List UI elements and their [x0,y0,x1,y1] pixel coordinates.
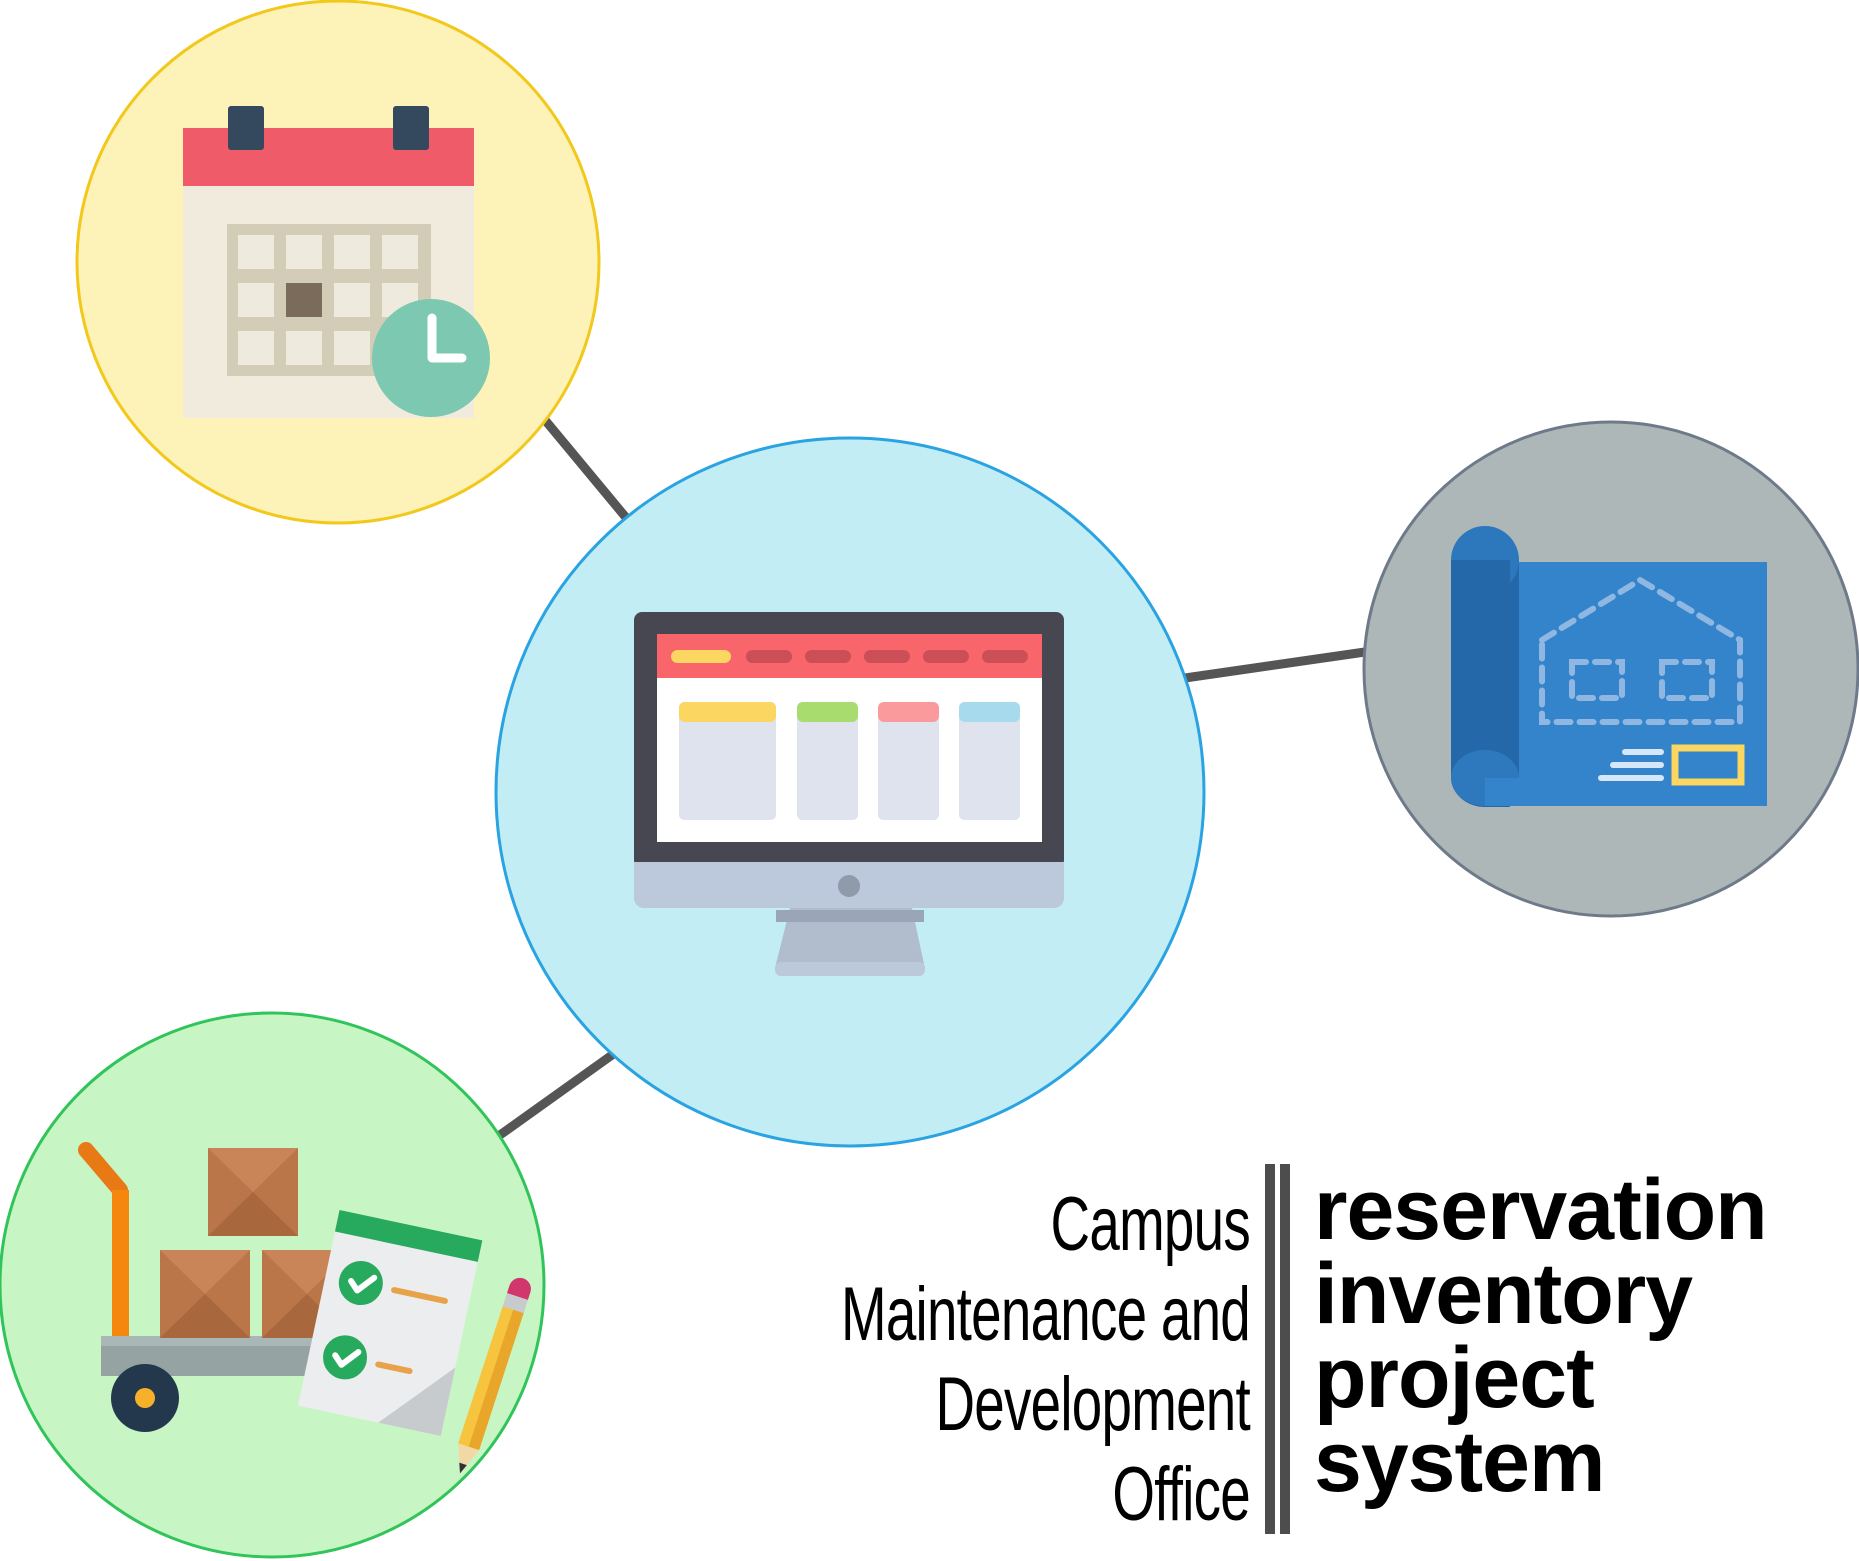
divider-bar-right [1280,1164,1290,1534]
connector-top-left [540,415,633,525]
system-line-3: project [1314,1330,1595,1426]
node-inventory [0,1011,546,1559]
system-line-2: inventory [1314,1246,1693,1342]
office-line-2: Maintenance and [840,1272,1251,1357]
system-name: reservation inventory project system [1314,1162,1854,1510]
system-line-4: system [1314,1414,1605,1510]
node-blueprint [1362,420,1859,918]
divider-bar-left [1265,1164,1275,1534]
node-calendar [75,0,601,525]
connector-right [1180,647,1370,683]
office-line-1: Campus [1050,1182,1251,1267]
office-line-4: Office [1112,1452,1250,1537]
office-line-3: Development [935,1362,1250,1447]
blueprint-icon [1451,526,1767,807]
node-computer [494,436,1206,1148]
calendar-clock-icon [183,106,490,418]
connector-bottom-left [495,1050,617,1140]
system-line-1: reservation [1314,1162,1768,1258]
office-name: Campus Maintenance and Development Offic… [782,1180,1251,1540]
